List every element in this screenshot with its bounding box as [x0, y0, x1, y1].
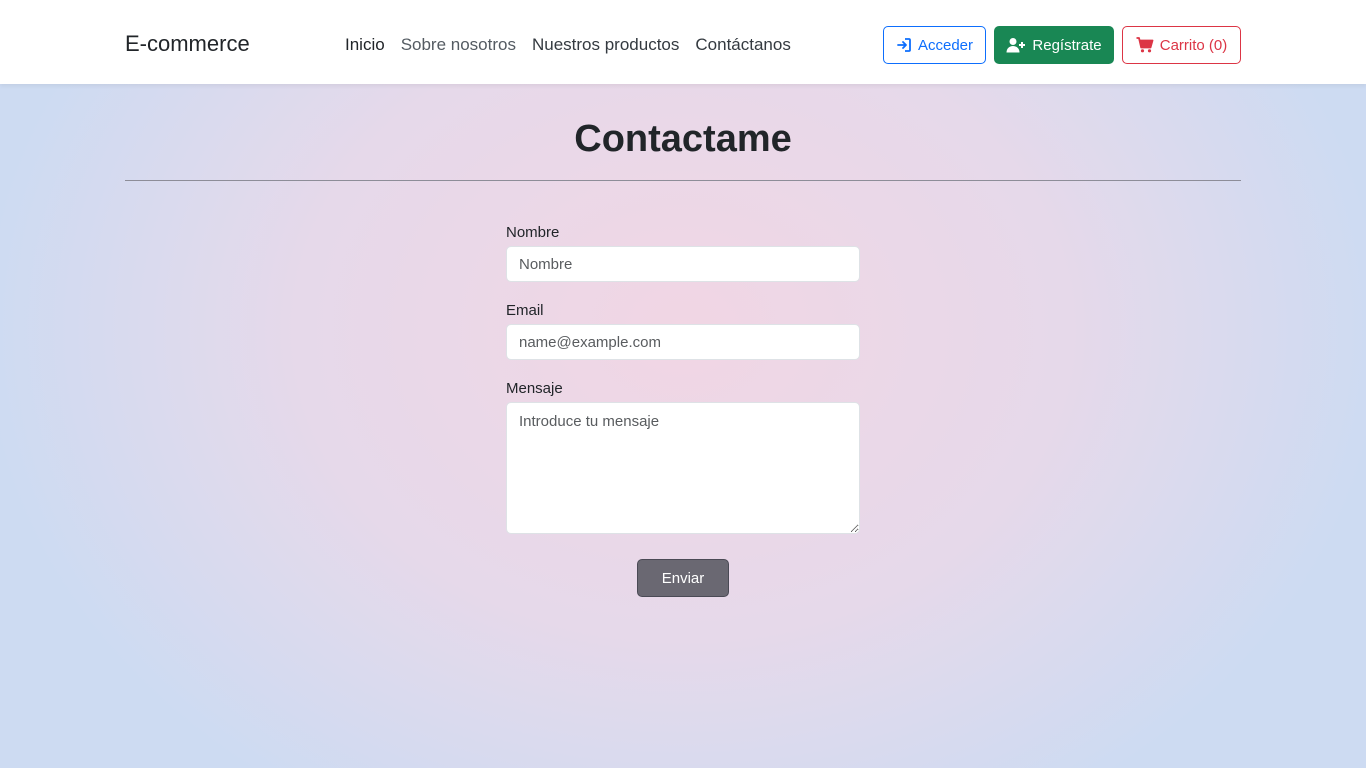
nav-links: Inicio Sobre nosotros Nuestros productos… — [345, 35, 791, 55]
navbar: E-commerce Inicio Sobre nosotros Nuestro… — [0, 0, 1366, 84]
email-input[interactable] — [506, 324, 860, 360]
register-label: Regístrate — [1032, 36, 1102, 54]
email-label: Email — [506, 302, 544, 319]
register-button[interactable]: Regístrate — [994, 26, 1114, 64]
nav-link-contactanos[interactable]: Contáctanos — [695, 35, 790, 55]
login-button[interactable]: Acceder — [883, 26, 986, 64]
nav-link-sobre-nosotros[interactable]: Sobre nosotros — [401, 35, 516, 55]
message-label: Mensaje — [506, 380, 563, 397]
cart-icon — [1136, 37, 1154, 53]
brand-logo[interactable]: E-commerce — [125, 31, 250, 57]
message-textarea[interactable] — [506, 402, 860, 534]
nav-link-nuestros-productos[interactable]: Nuestros productos — [532, 35, 679, 55]
submit-button[interactable]: Enviar — [637, 559, 729, 597]
page-title: Contactame — [574, 118, 792, 160]
cart-label: Carrito (0) — [1159, 36, 1228, 54]
title-divider — [125, 180, 1241, 181]
cart-button[interactable]: Carrito (0) — [1122, 26, 1241, 64]
sign-in-icon — [896, 37, 912, 53]
name-label: Nombre — [506, 224, 560, 241]
user-plus-icon — [1006, 37, 1026, 53]
name-input[interactable] — [506, 246, 860, 282]
login-label: Acceder — [917, 36, 974, 54]
nav-link-inicio[interactable]: Inicio — [345, 35, 385, 55]
